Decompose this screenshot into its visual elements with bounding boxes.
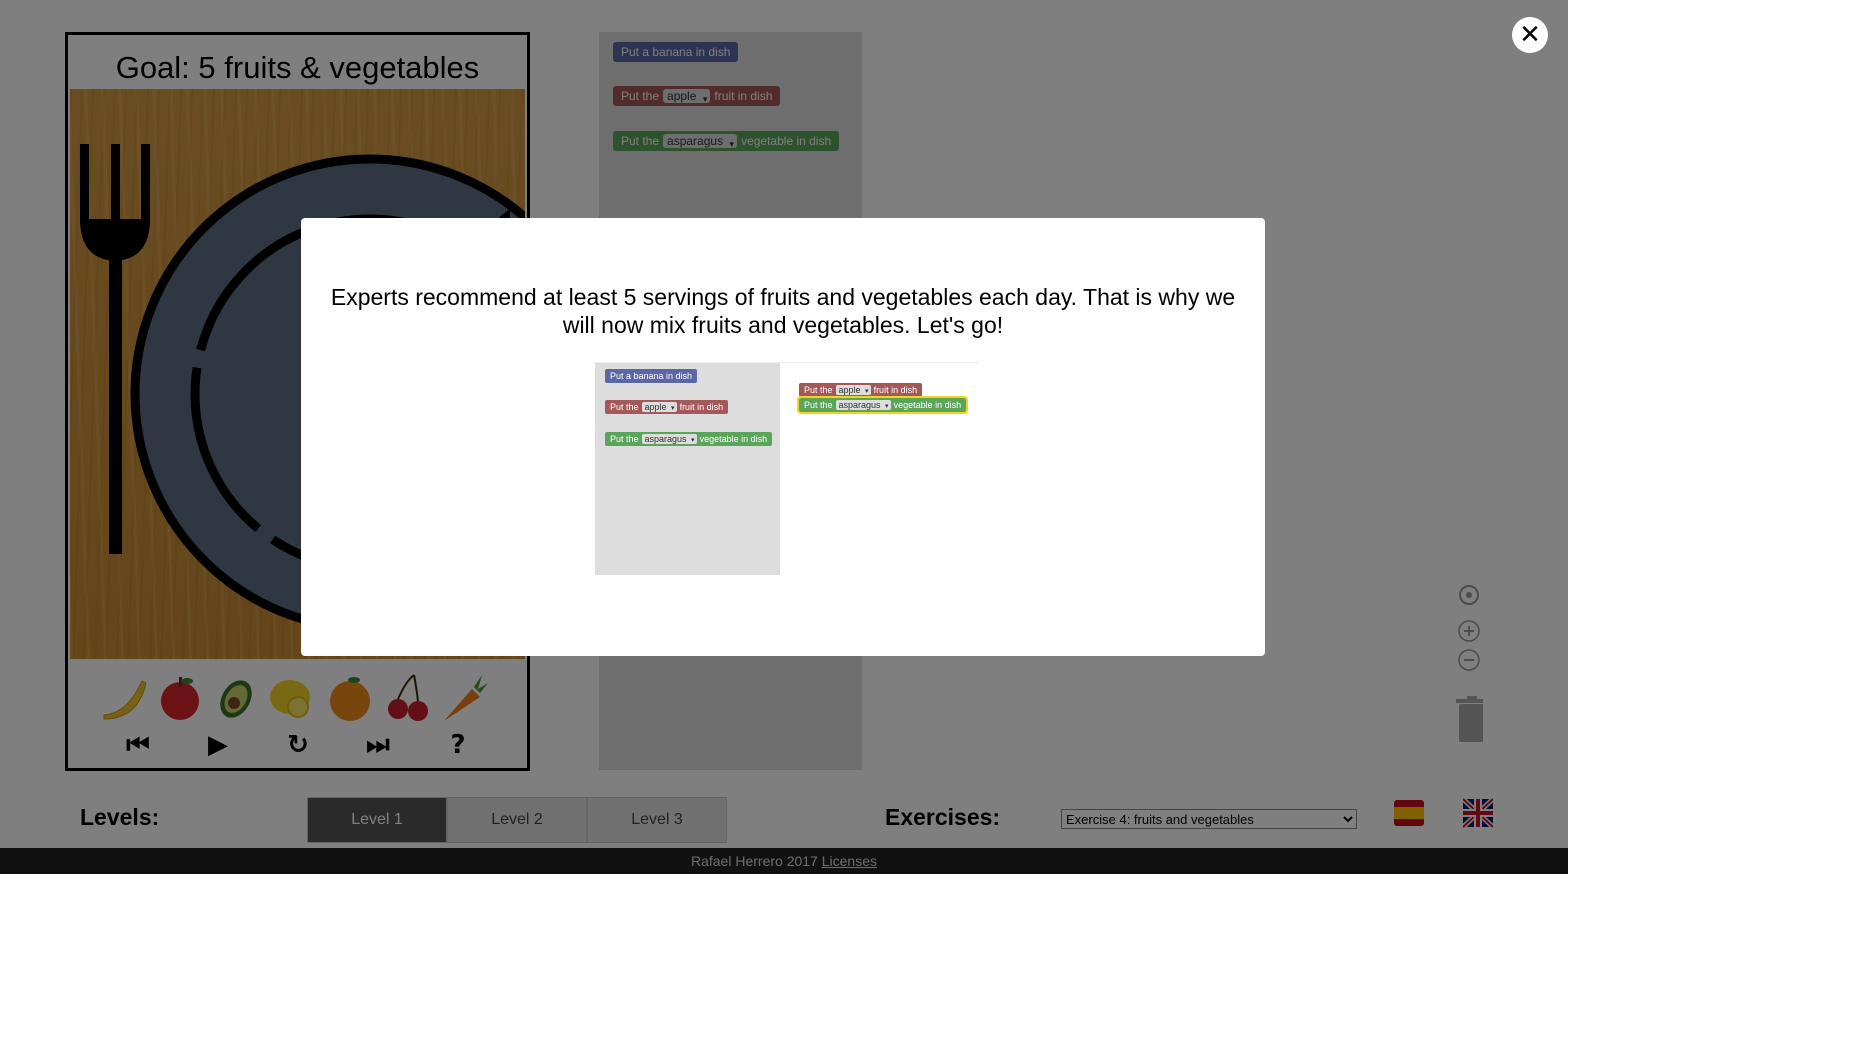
preview-toolbox: Put a banana in dish Put theapplefruit i… bbox=[595, 363, 780, 575]
close-modal-button[interactable]: ✕ bbox=[1512, 17, 1548, 53]
close-icon: ✕ bbox=[1519, 20, 1541, 50]
info-modal: Experts recommend at least 5 servings of… bbox=[301, 218, 1265, 656]
preview-apple-block: Put theapplefruit in dish bbox=[605, 400, 729, 414]
preview-placed-vegetable-block: Put theasparagusvegetable in dish bbox=[796, 396, 969, 414]
preview-vegetable-block: Put theasparagusvegetable in dish bbox=[605, 432, 773, 446]
preview-banana-block: Put a banana in dish bbox=[605, 369, 698, 383]
modal-message: Experts recommend at least 5 servings of… bbox=[330, 284, 1236, 338]
tutorial-preview: Put a banana in dish Put theapplefruit i… bbox=[595, 362, 979, 575]
preview-placed-apple-block: Put theapplefruit in dish bbox=[799, 383, 923, 397]
